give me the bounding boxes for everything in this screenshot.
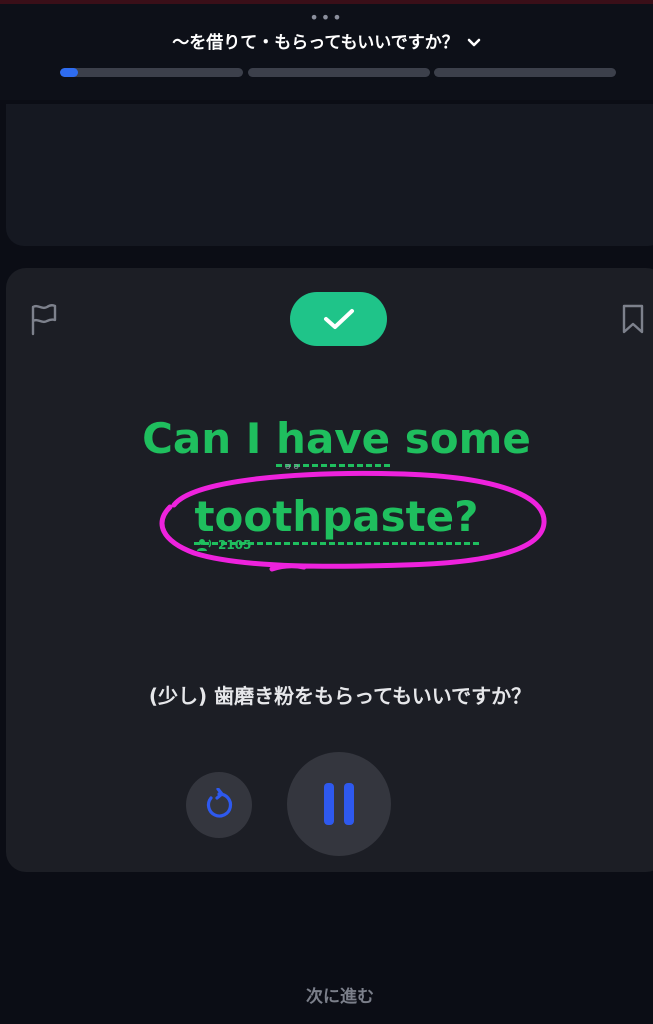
progress-segment-1: [60, 68, 243, 77]
pause-icon: [324, 783, 334, 825]
lesson-header: ••• 〜を借りて・もらってもいいですか？: [0, 0, 653, 100]
more-options-icon[interactable]: •••: [0, 10, 653, 26]
next-button[interactable]: 次に進む: [0, 982, 653, 1007]
highlighted-word[interactable]: have: [276, 414, 391, 467]
previous-card: [6, 104, 653, 246]
correct-badge: [290, 292, 387, 346]
lesson-screen: ••• 〜を借りて・もらってもいいですか？ Can I have some to…: [0, 0, 653, 1024]
sentence-text: Can I: [142, 414, 277, 463]
chevron-down-icon: [467, 32, 481, 54]
pause-icon: [344, 783, 354, 825]
speaker-person-icon: [197, 539, 212, 551]
lesson-title-dropdown[interactable]: 〜を借りて・もらってもいいですか？: [0, 32, 653, 54]
listen-count: 2105: [196, 538, 251, 552]
sentence-text: some: [390, 414, 531, 463]
check-icon: [323, 309, 354, 329]
replay-button[interactable]: [186, 772, 252, 838]
listen-count-value: 2105: [218, 538, 252, 552]
progress-segment-2: [248, 68, 430, 77]
pause-button[interactable]: [287, 752, 391, 856]
lesson-progress: [60, 68, 616, 77]
japanese-translation: (少し) 歯磨き粉をもらってもいいですか？: [148, 684, 532, 708]
bookmark-icon[interactable]: [618, 302, 648, 336]
lesson-title: 〜を借りて・もらってもいいですか？: [172, 33, 459, 53]
progress-fill: [60, 68, 79, 77]
top-accent-line: [0, 0, 653, 4]
magenta-annotation-circle: [159, 470, 547, 572]
replay-icon: [206, 788, 233, 818]
flag-icon[interactable]: [28, 302, 60, 336]
progress-segment-3: [434, 68, 616, 77]
